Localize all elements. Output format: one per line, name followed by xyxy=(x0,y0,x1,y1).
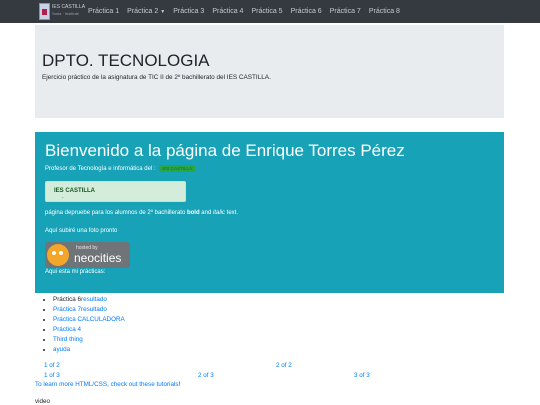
list-item-link[interactable]: Third thing xyxy=(53,336,83,343)
page-link-1-of-3[interactable]: 1 of 3 xyxy=(44,372,60,379)
tutorials-link[interactable]: tutorials xyxy=(156,381,178,388)
practice-list: Práctica 6resultado Práctica 7resultado … xyxy=(44,295,125,355)
intro-text-mid: and xyxy=(199,210,213,216)
page-link-2-of-3[interactable]: 2 of 3 xyxy=(198,372,214,379)
nav-item-practica-7[interactable]: Práctica 7 xyxy=(330,8,361,15)
list-item: Third thing xyxy=(53,335,125,345)
subtitle-text: Profesor de Tecnología e informática del… xyxy=(45,166,156,173)
school-logo-icon xyxy=(39,3,50,20)
alert-bold-text: IES CASTILLA xyxy=(54,188,96,194)
neocities-badge-link[interactable]: hosted by neocities xyxy=(45,242,130,268)
brand-logo-link[interactable]: IES CASTILLA Soria · Institute xyxy=(39,3,85,20)
intro-text: página depruebe para los alumnos de 2º b… xyxy=(45,210,238,216)
intro-text-pre: página depruebe para los alumnos de 2º b… xyxy=(45,210,187,216)
brand-name: IES CASTILLA xyxy=(52,4,86,10)
page-title: DPTO. TECNOLOGIA xyxy=(42,51,210,70)
brand-tagline: Soria · Institute xyxy=(52,11,79,16)
welcome-panel: Bienvenido a la página de Enrique Torres… xyxy=(35,132,504,293)
intro-italic-text: italic xyxy=(213,210,226,216)
page-subtitle: Ejercicio práctico de la asignatura de T… xyxy=(42,74,271,81)
neocities-wordmark: neocities xyxy=(74,251,122,265)
tutorial-note: To learn more HTML/CSS, check out these … xyxy=(35,381,180,388)
page-link-3-of-3[interactable]: 3 of 3 xyxy=(354,372,370,379)
page-link-1-of-2[interactable]: 1 of 2 xyxy=(44,362,60,369)
alert-text: IES CASTILLA. xyxy=(54,188,96,200)
intro-bold-text: bold xyxy=(186,210,200,216)
nav-item-practica-5[interactable]: Práctica 5 xyxy=(251,8,282,15)
header-jumbotron: DPTO. TECNOLOGIA Ejercicio práctico de l… xyxy=(35,25,504,118)
tutorial-text[interactable]: To learn more HTML/CSS, check out these xyxy=(35,381,156,388)
school-alert: IES CASTILLA. xyxy=(45,181,186,202)
list-item: Práctica CALCULADORA xyxy=(53,315,125,325)
intro-text-post: text. xyxy=(225,210,239,216)
practices-heading: Aqui esta mi prácticas: xyxy=(45,269,106,275)
alert-suffix: . xyxy=(62,194,64,200)
neocities-cat-icon xyxy=(47,244,69,266)
list-item: Práctica 7resultado xyxy=(53,305,125,315)
photo-note: Aquí subiré una foto pronto xyxy=(45,228,118,234)
nav-item-practica-6[interactable]: Práctica 6 xyxy=(291,8,322,15)
nav-item-label: Práctica 2 xyxy=(127,8,159,15)
list-item-text: Práctica 6 xyxy=(53,296,81,303)
nav-item-practica-3[interactable]: Práctica 3 xyxy=(173,8,204,15)
tutorial-suffix: ! xyxy=(178,381,181,388)
result-link[interactable]: resultado xyxy=(81,306,107,313)
nav-item-practica-1[interactable]: Práctica 1 xyxy=(88,8,119,15)
list-item-link[interactable]: Práctica CALCULADORA xyxy=(53,316,125,323)
list-item-link[interactable]: Práctica 7 xyxy=(53,306,81,313)
list-item: ayuda xyxy=(53,345,125,355)
list-item-link[interactable]: Práctica 4 xyxy=(53,326,81,333)
top-navbar: IES CASTILLA Soria · Institute Práctica … xyxy=(0,0,540,23)
chevron-down-icon: ▼ xyxy=(160,9,166,15)
result-link[interactable]: resultado xyxy=(81,296,107,303)
list-item: Práctica 4 xyxy=(53,325,125,335)
nav-item-practica-2[interactable]: Práctica 2 ▼ xyxy=(127,8,165,15)
list-item-link[interactable]: ayuda xyxy=(53,346,70,353)
video-label: video xyxy=(35,398,51,405)
school-badge: IES CASTILLA xyxy=(159,165,196,172)
page-link-2-of-2[interactable]: 2 of 2 xyxy=(276,362,292,369)
welcome-title: Bienvenido a la página de Enrique Torres… xyxy=(45,141,405,160)
nav-item-practica-8[interactable]: Práctica 8 xyxy=(369,8,400,15)
welcome-subtitle: Profesor de Tecnología e informática del… xyxy=(45,165,196,173)
nav-menu: Práctica 1 Práctica 2 ▼ Práctica 3 Prácti… xyxy=(88,0,408,23)
nav-item-practica-4[interactable]: Práctica 4 xyxy=(212,8,243,15)
list-item: Práctica 6resultado xyxy=(53,295,125,305)
